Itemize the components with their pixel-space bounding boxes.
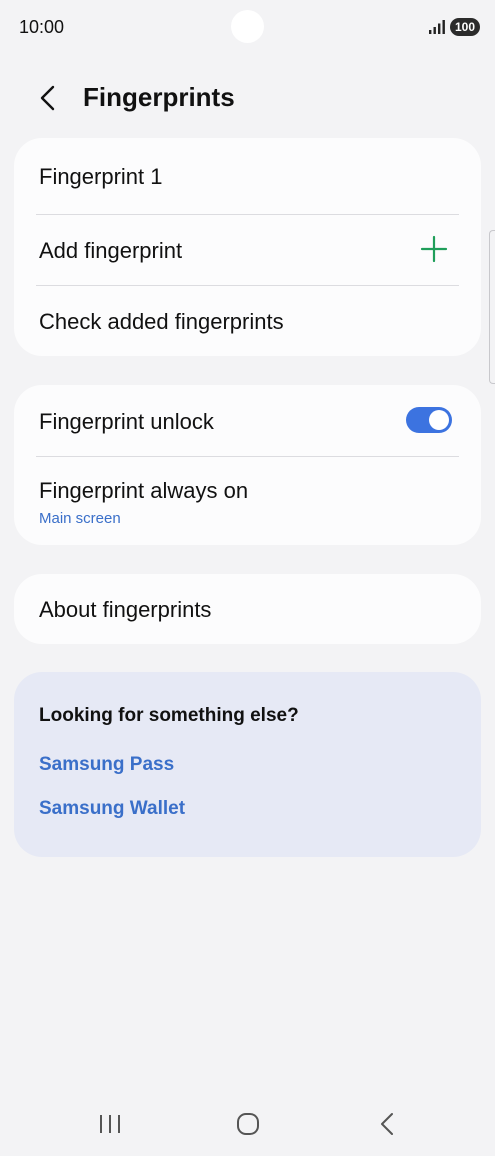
recent-apps-button[interactable]	[90, 1107, 130, 1141]
samsung-pass-link[interactable]: Samsung Pass	[39, 754, 174, 776]
fingerprint-unlock-item[interactable]: Fingerprint unlock	[14, 385, 481, 456]
home-button[interactable]	[228, 1107, 268, 1141]
header: Fingerprints	[0, 70, 495, 126]
fingerprint-unlock-toggle[interactable]	[406, 407, 452, 433]
back-button[interactable]	[28, 78, 68, 118]
fingerprint-unlock-label: Fingerprint unlock	[39, 409, 214, 434]
suggestions-title: Looking for something else?	[39, 705, 299, 726]
fingerprint-settings-card: Fingerprint unlock Fingerprint always on…	[14, 385, 481, 545]
suggestions-card: Looking for something else? Samsung Pass…	[14, 672, 481, 857]
check-fingerprints-item[interactable]: Check added fingerprints	[14, 286, 481, 356]
fingerprint-always-on-value: Main screen	[39, 510, 121, 527]
navigation-bar	[0, 1095, 495, 1155]
back-icon	[381, 1113, 393, 1135]
check-fingerprints-label: Check added fingerprints	[39, 309, 284, 334]
edge-panel-handle[interactable]	[489, 230, 495, 384]
add-fingerprint-item[interactable]: Add fingerprint	[14, 215, 481, 285]
status-bar: 10:00 100	[0, 0, 495, 56]
fingerprints-card: Fingerprint 1 Add fingerprint Check adde…	[14, 138, 481, 356]
about-fingerprints-label: About fingerprints	[39, 597, 212, 622]
fingerprint-always-on-label: Fingerprint always on	[39, 478, 249, 503]
add-fingerprint-label: Add fingerprint	[39, 238, 183, 263]
battery-icon: 100	[450, 18, 480, 36]
home-icon	[237, 1113, 259, 1135]
toggle-knob	[429, 410, 449, 430]
about-card: About fingerprints	[14, 574, 481, 644]
status-time: 10:00	[19, 17, 65, 37]
fingerprint-always-on-item[interactable]: Fingerprint always on Main screen	[14, 457, 481, 545]
page-title: Fingerprints	[83, 82, 235, 112]
back-nav-button[interactable]	[367, 1107, 407, 1141]
samsung-wallet-link[interactable]: Samsung Wallet	[39, 798, 185, 820]
recent-apps-icon	[100, 1115, 120, 1133]
signal-icon	[429, 20, 445, 34]
plus-icon[interactable]	[420, 235, 448, 263]
about-fingerprints-item[interactable]: About fingerprints	[14, 574, 481, 644]
camera-cutout	[231, 10, 264, 43]
fingerprint-1-label: Fingerprint 1	[39, 164, 163, 189]
chevron-left-icon	[40, 85, 55, 111]
fingerprint-1-item[interactable]: Fingerprint 1	[14, 138, 481, 214]
